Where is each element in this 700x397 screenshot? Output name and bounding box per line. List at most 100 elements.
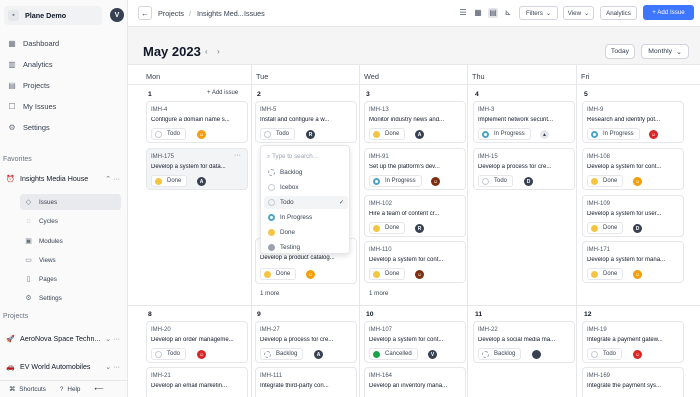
issue-card[interactable]: IMH-27 Develop a process for cre... Back…	[255, 321, 357, 363]
breadcrumb-project[interactable]: Insights Med...	[197, 9, 244, 18]
issue-card[interactable]: IMH-110 Develop a system for cont... Don…	[364, 241, 466, 283]
issue-card[interactable]: IMH-20 Develop an order manageme... Todo…	[146, 321, 248, 363]
assignee-avatar[interactable]: ▲	[540, 130, 549, 139]
nav-projects[interactable]: ▤ Projects	[4, 78, 124, 93]
assignee-avatar[interactable]	[532, 350, 541, 359]
nav-analytics[interactable]: ▥ Analytics	[4, 57, 124, 72]
view-button[interactable]: View ⌄	[563, 6, 594, 20]
state-search-input[interactable]: ⌕ Type to search...	[267, 153, 318, 161]
project-menu-icon[interactable]: ⌄ ···	[105, 363, 124, 371]
issue-card[interactable]: IMH-91 Set up the platform's dev... In P…	[364, 148, 466, 190]
issue-card[interactable]: IMH-107 Develop a system for cont... Can…	[364, 321, 466, 363]
assignee-avatar[interactable]: ☺	[633, 350, 642, 359]
assignee-avatar[interactable]: A	[314, 350, 323, 359]
assignee-avatar[interactable]: ☺	[415, 270, 424, 279]
issue-card[interactable]: IMH-108 Develop a system for cont... Don…	[582, 148, 684, 190]
issue-card[interactable]: IMH-13 Monitor industry news and... Done…	[364, 101, 466, 143]
issue-card[interactable]: IMH-4 Configure a domain name s... Todo …	[146, 101, 248, 143]
issue-card[interactable]: IMH-19 Integrate a payment gatew... Todo…	[582, 321, 684, 363]
state-dropdown[interactable]: In Progress	[587, 128, 640, 140]
assignee-avatar[interactable]: ☺	[306, 270, 315, 279]
assignee-avatar[interactable]: R	[306, 130, 315, 139]
subnav-modules[interactable]: ▣ Modules	[20, 233, 121, 249]
issue-card[interactable]: IMH-5 Install and configure a w... Todo …	[255, 101, 357, 143]
issue-card[interactable]: IMH-169 Integrate the payment sys...	[582, 367, 684, 397]
shortcuts-button[interactable]: Shortcuts	[19, 386, 46, 393]
nav-settings[interactable]: ⚙ Settings	[4, 120, 124, 135]
help-button[interactable]: Help	[67, 386, 80, 393]
state-dropdown[interactable]: In Progress	[478, 128, 531, 140]
state-dropdown[interactable]: Cancelled	[369, 348, 418, 360]
nav-dashboard[interactable]: ▦ Dashboard	[4, 36, 124, 51]
show-more-link[interactable]: 1 more	[369, 290, 388, 297]
state-dropdown[interactable]: Todo	[260, 128, 296, 140]
subnav-pages[interactable]: ▯ Pages	[20, 271, 121, 287]
issue-card[interactable]: IMH-109 Develop a system for user... Don…	[582, 195, 684, 237]
assignee-avatar[interactable]: R	[415, 224, 424, 233]
subnav-settings[interactable]: ⚙ Settings	[20, 290, 121, 306]
add-issue-button[interactable]: + Add Issue	[643, 5, 694, 20]
issue-card[interactable]: IMH-164 Develop an inventory mana...	[364, 367, 466, 397]
state-option-in-progress[interactable]: In Progress	[264, 211, 348, 224]
state-dropdown[interactable]: Done	[151, 175, 188, 187]
state-dropdown[interactable]: Done	[369, 268, 406, 280]
state-dropdown[interactable]: Done	[369, 222, 406, 234]
kanban-layout-icon[interactable]: ▦	[473, 8, 483, 18]
subnav-cycles[interactable]: ◌ Cycles	[20, 213, 121, 229]
assignee-avatar[interactable]: ☺	[197, 350, 206, 359]
state-dropdown[interactable]: Done	[587, 222, 624, 234]
issue-card[interactable]: IMH-21 Develop an email marketin...	[146, 367, 248, 397]
project-menu-icon[interactable]: ⌄ ···	[105, 335, 124, 343]
assignee-avatar[interactable]: ☺	[633, 270, 642, 279]
state-dropdown[interactable]: Backlog	[260, 348, 304, 360]
state-dropdown[interactable]: Todo	[478, 175, 514, 187]
workspace-button[interactable]: ▪ Plane Demo	[4, 5, 102, 25]
assignee-avatar[interactable]: ☺	[431, 177, 440, 186]
workspace-switcher[interactable]: ▪ Plane Demo V	[4, 5, 128, 25]
breadcrumb-projects[interactable]: Projects	[158, 9, 184, 18]
previous-month-icon[interactable]: ‹	[205, 47, 208, 56]
state-option-backlog[interactable]: Backlog	[264, 166, 348, 179]
state-option-done[interactable]: Done	[264, 226, 348, 239]
next-month-icon[interactable]: ›	[217, 47, 220, 56]
assignee-avatar[interactable]: ☺	[649, 130, 658, 139]
gantt-layout-icon[interactable]: ⊾	[503, 8, 513, 18]
assignee-avatar[interactable]: ☺	[633, 177, 642, 186]
filters-button[interactable]: Filters ⌄	[519, 6, 558, 20]
favorite-project-insights[interactable]: ⏰ Insights Media House ⌃ ···	[4, 171, 124, 187]
issue-card[interactable]: IMH-15 Develop a process for cre... Todo…	[473, 148, 575, 190]
subnav-issues[interactable]: ◇ Issues	[20, 194, 121, 210]
calendar-layout-icon[interactable]: ▤	[488, 8, 498, 18]
layout-select[interactable]: Monthly ⌄	[641, 44, 689, 59]
subnav-views[interactable]: ▭ Views	[20, 252, 121, 268]
state-dropdown[interactable]: Todo	[587, 348, 623, 360]
state-dropdown[interactable]: Done	[369, 128, 406, 140]
collapse-sidebar-icon[interactable]: ⟵	[94, 386, 103, 393]
project-ev-world[interactable]: 🚗 EV World Automobiles ⌄ ···	[4, 359, 124, 375]
issue-card[interactable]: IMH-175 ··· Develop a system for data...…	[146, 148, 248, 190]
project-menu-icon[interactable]: ⌃ ···	[105, 175, 124, 183]
state-dropdown[interactable]: In Progress	[369, 175, 422, 187]
state-dropdown[interactable]: Todo	[151, 348, 187, 360]
assignee-avatar[interactable]: A	[197, 177, 206, 186]
issue-card[interactable]: IMH-3 Implement network securit... In Pr…	[473, 101, 575, 143]
analytics-button[interactable]: Analytics	[600, 6, 637, 20]
issue-card[interactable]: IMH-102 Hire a team of content cr... Don…	[364, 195, 466, 237]
state-dropdown[interactable]: Done	[587, 175, 624, 187]
project-aeronova[interactable]: 🚀 AeroNova Space Techn... ⌄ ···	[4, 331, 124, 347]
assignee-avatar[interactable]: ☺	[197, 130, 206, 139]
state-dropdown[interactable]: Backlog	[478, 348, 522, 360]
assignee-avatar[interactable]: D	[633, 224, 642, 233]
state-dropdown[interactable]: Todo	[151, 128, 187, 140]
list-layout-icon[interactable]: ☰	[458, 8, 468, 18]
state-dropdown[interactable]: Done	[260, 268, 297, 280]
state-option-icebox[interactable]: Icebox	[264, 181, 348, 194]
user-avatar[interactable]: V	[110, 8, 124, 22]
issue-card[interactable]: IMH-111 Integrate third-party con...	[255, 367, 357, 397]
issue-card[interactable]: IMH-171 Develop a system for mana... Don…	[582, 241, 684, 283]
issue-card[interactable]: IMH-22 Develop a social media ma... Back…	[473, 321, 575, 363]
today-button[interactable]: Today	[605, 44, 635, 59]
back-button[interactable]: ←	[138, 6, 152, 20]
assignee-avatar[interactable]: D	[524, 177, 533, 186]
nav-my-issues[interactable]: ☐ My Issues	[4, 99, 124, 114]
